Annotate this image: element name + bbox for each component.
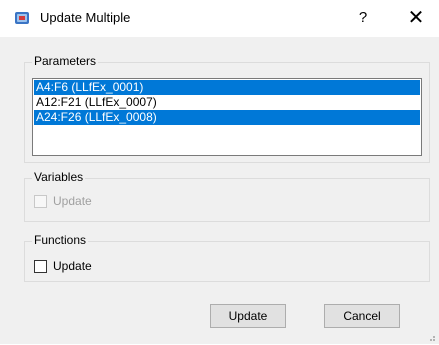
cancel-button[interactable]: Cancel <box>324 304 400 328</box>
close-button[interactable]: ✕ <box>401 5 431 31</box>
parameters-listbox[interactable]: A4:F6 (LLfEx_0001) A12:F21 (LLfEx_0007) A2… <box>32 78 422 156</box>
variables-update-checkbox[interactable] <box>34 195 47 208</box>
functions-group-label: Functions <box>32 233 89 247</box>
functions-update-label: Update <box>53 259 92 273</box>
variables-group-label: Variables <box>32 170 86 184</box>
resize-grip-icon[interactable] <box>426 331 436 341</box>
window-title: Update Multiple <box>40 10 131 25</box>
functions-update-checkbox[interactable] <box>34 260 47 273</box>
parameter-list-item[interactable]: A24:F26 (LLfEx_0008) <box>34 110 420 125</box>
parameter-list-item[interactable]: A12:F21 (LLfEx_0007) <box>34 95 420 110</box>
parameter-list-item[interactable]: A4:F6 (LLfEx_0001) <box>34 80 420 95</box>
help-button[interactable]: ? <box>351 7 375 29</box>
variables-update-label: Update <box>53 194 92 208</box>
parameters-group-label: Parameters <box>32 54 99 68</box>
title-bar: Update Multiple ? ✕ <box>0 0 439 37</box>
update-button[interactable]: Update <box>210 304 286 328</box>
app-icon <box>13 9 31 27</box>
